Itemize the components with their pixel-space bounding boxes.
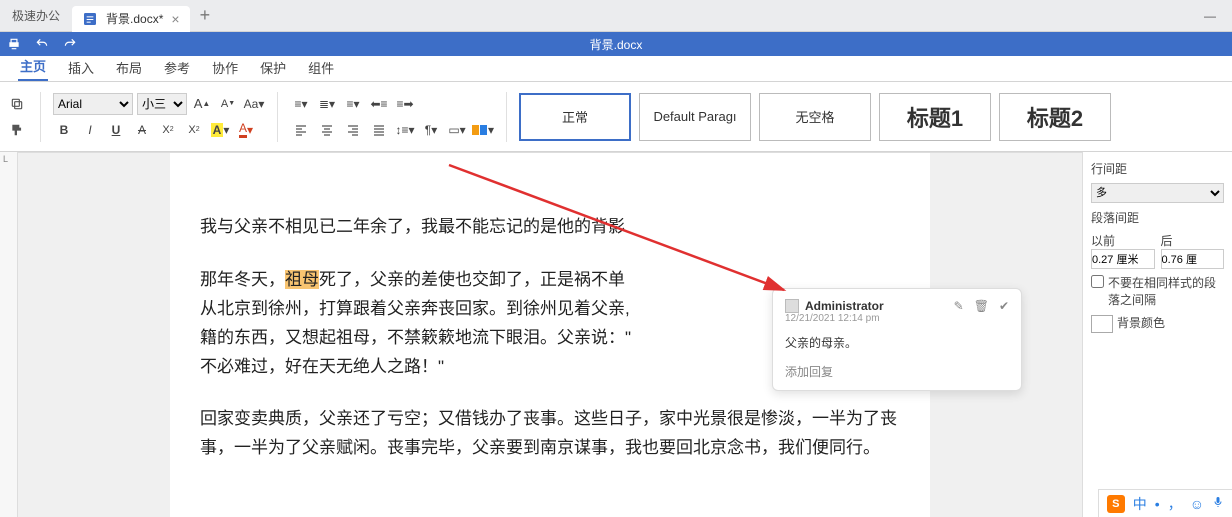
align-right-button[interactable] bbox=[342, 119, 364, 141]
paragraph-mark-button[interactable]: ¶▾ bbox=[420, 119, 442, 141]
decrease-indent-button[interactable]: ⬅≡ bbox=[368, 93, 390, 115]
ime-emoji-icon[interactable]: ☺ bbox=[1190, 496, 1204, 512]
app-name: 极速办公 bbox=[0, 7, 72, 24]
style-heading1[interactable]: 标题1 bbox=[879, 93, 991, 141]
ime-lang[interactable]: 中 bbox=[1133, 494, 1147, 514]
bullet-list-button[interactable]: ≡▾ bbox=[290, 93, 312, 115]
label-linespacing: 行间距 bbox=[1091, 160, 1224, 177]
menu-component[interactable]: 组件 bbox=[306, 54, 336, 81]
font-size-select[interactable]: 小三 bbox=[137, 93, 187, 115]
bg-color-label: 背景颜色 bbox=[1117, 315, 1165, 332]
vertical-ruler: L bbox=[0, 152, 18, 517]
tab-label: 背景.docx* bbox=[106, 10, 163, 27]
titlebar: 极速办公 背景.docx* × + — bbox=[0, 0, 1232, 32]
new-tab-button[interactable]: + bbox=[200, 5, 211, 26]
increase-font-button[interactable]: A▲ bbox=[191, 93, 213, 115]
delete-icon[interactable]: 🗑 bbox=[974, 299, 989, 313]
menu-bar: 主页 插入 布局 参考 协作 保护 组件 bbox=[0, 56, 1232, 82]
change-case-button[interactable]: Aa▾ bbox=[243, 93, 265, 115]
align-left-button[interactable] bbox=[290, 119, 312, 141]
ime-comma[interactable]: ， bbox=[1168, 494, 1182, 514]
ime-bar: S 中 • ， ☺ bbox=[1098, 489, 1232, 517]
sogou-icon[interactable]: S bbox=[1107, 495, 1125, 513]
no-space-label: 不要在相同样式的段落之间隔 bbox=[1108, 275, 1224, 309]
editor-area: L · · · 1 · · · 2 · · · 3 · · · 4 · · · … bbox=[0, 152, 1232, 517]
multilevel-list-button[interactable]: ≡▾ bbox=[342, 93, 364, 115]
linespacing-select[interactable]: 多 bbox=[1091, 183, 1224, 203]
close-icon[interactable]: × bbox=[171, 11, 179, 27]
format-painter-button[interactable] bbox=[6, 119, 28, 141]
paragraph-side-panel: 行间距 多 段落间距 以前 后 不要在相同样式的段落之间隔 背景颜色 显示高级设… bbox=[1082, 152, 1232, 517]
doc-icon bbox=[82, 11, 98, 27]
comment-user: Administrator bbox=[805, 299, 884, 313]
font-name-select[interactable]: Arial bbox=[53, 93, 133, 115]
comment-body: 父亲的母亲。 bbox=[785, 334, 1009, 351]
ime-voice-icon[interactable] bbox=[1212, 495, 1224, 512]
comment-time: 12/21/2021 12:14 pm bbox=[785, 313, 1009, 324]
minimize-button[interactable]: — bbox=[1188, 0, 1232, 32]
italic-button[interactable]: I bbox=[79, 119, 101, 141]
ime-punct-icon[interactable]: • bbox=[1155, 496, 1160, 512]
label-after: 后 bbox=[1161, 232, 1225, 249]
copy-button[interactable] bbox=[6, 93, 28, 115]
print-button[interactable] bbox=[0, 32, 28, 56]
quick-access-bar: 背景.docx bbox=[0, 32, 1232, 56]
resolve-icon[interactable]: ✔ bbox=[999, 299, 1009, 313]
align-center-button[interactable] bbox=[316, 119, 338, 141]
style-default-paragraph[interactable]: Default Paragı bbox=[639, 93, 751, 141]
document-title: 背景.docx bbox=[590, 36, 643, 53]
label-before: 以前 bbox=[1091, 232, 1155, 249]
space-before-input[interactable] bbox=[1091, 249, 1155, 269]
number-list-button[interactable]: ≣▾ bbox=[316, 93, 338, 115]
menu-reference[interactable]: 参考 bbox=[162, 54, 192, 81]
style-heading2[interactable]: 标题2 bbox=[999, 93, 1111, 141]
menu-home[interactable]: 主页 bbox=[18, 52, 48, 81]
document-tab[interactable]: 背景.docx* × bbox=[72, 6, 190, 32]
align-justify-button[interactable] bbox=[368, 119, 390, 141]
ribbon: Arial 小三 A▲ A▼ Aa▾ B I U A X2 X2 A▾ A▾ ≡… bbox=[0, 82, 1232, 152]
line-spacing-button[interactable]: ↕≡▾ bbox=[394, 119, 416, 141]
para-1: 我与父亲不相见已二年余了，我最不能忘记的是他的背影 bbox=[200, 213, 900, 242]
highlight-button[interactable]: A▾ bbox=[209, 119, 231, 141]
para-3: 回家变卖典质，父亲还了亏空；又借钱办了丧事。这些日子，家中光景很是惨淡，一半为了… bbox=[200, 405, 900, 463]
style-no-space[interactable]: 无空格 bbox=[759, 93, 871, 141]
window-controls: — bbox=[1188, 0, 1232, 32]
decrease-font-button[interactable]: A▼ bbox=[217, 93, 239, 115]
shading-button[interactable]: ▭▾ bbox=[446, 119, 468, 141]
menu-insert[interactable]: 插入 bbox=[66, 54, 96, 81]
avatar bbox=[785, 299, 799, 313]
subscript-button[interactable]: X2 bbox=[183, 119, 205, 141]
undo-button[interactable] bbox=[28, 32, 56, 56]
increase-indent-button[interactable]: ≡➡ bbox=[394, 93, 416, 115]
style-normal[interactable]: 正常 bbox=[519, 93, 631, 141]
comment-popup: Administrator ✎ 🗑 ✔ 12/21/2021 12:14 pm … bbox=[772, 288, 1022, 391]
fill-color-button[interactable]: ▾ bbox=[472, 119, 494, 141]
comment-reply-input[interactable]: 添加回复 bbox=[785, 363, 1009, 380]
font-color-button[interactable]: A▾ bbox=[235, 119, 257, 141]
redo-button[interactable] bbox=[56, 32, 84, 56]
underline-button[interactable]: U bbox=[105, 119, 127, 141]
no-space-checkbox[interactable] bbox=[1091, 275, 1104, 288]
label-paraspacing: 段落间距 bbox=[1091, 209, 1224, 226]
highlighted-text: 祖母 bbox=[285, 270, 319, 289]
menu-collab[interactable]: 协作 bbox=[210, 54, 240, 81]
menu-protect[interactable]: 保护 bbox=[258, 54, 288, 81]
space-after-input[interactable] bbox=[1161, 249, 1225, 269]
strike-button[interactable]: A bbox=[131, 119, 153, 141]
superscript-button[interactable]: X2 bbox=[157, 119, 179, 141]
menu-layout[interactable]: 布局 bbox=[114, 54, 144, 81]
bold-button[interactable]: B bbox=[53, 119, 75, 141]
edit-icon[interactable]: ✎ bbox=[954, 299, 964, 313]
bg-color-swatch[interactable] bbox=[1091, 315, 1113, 333]
